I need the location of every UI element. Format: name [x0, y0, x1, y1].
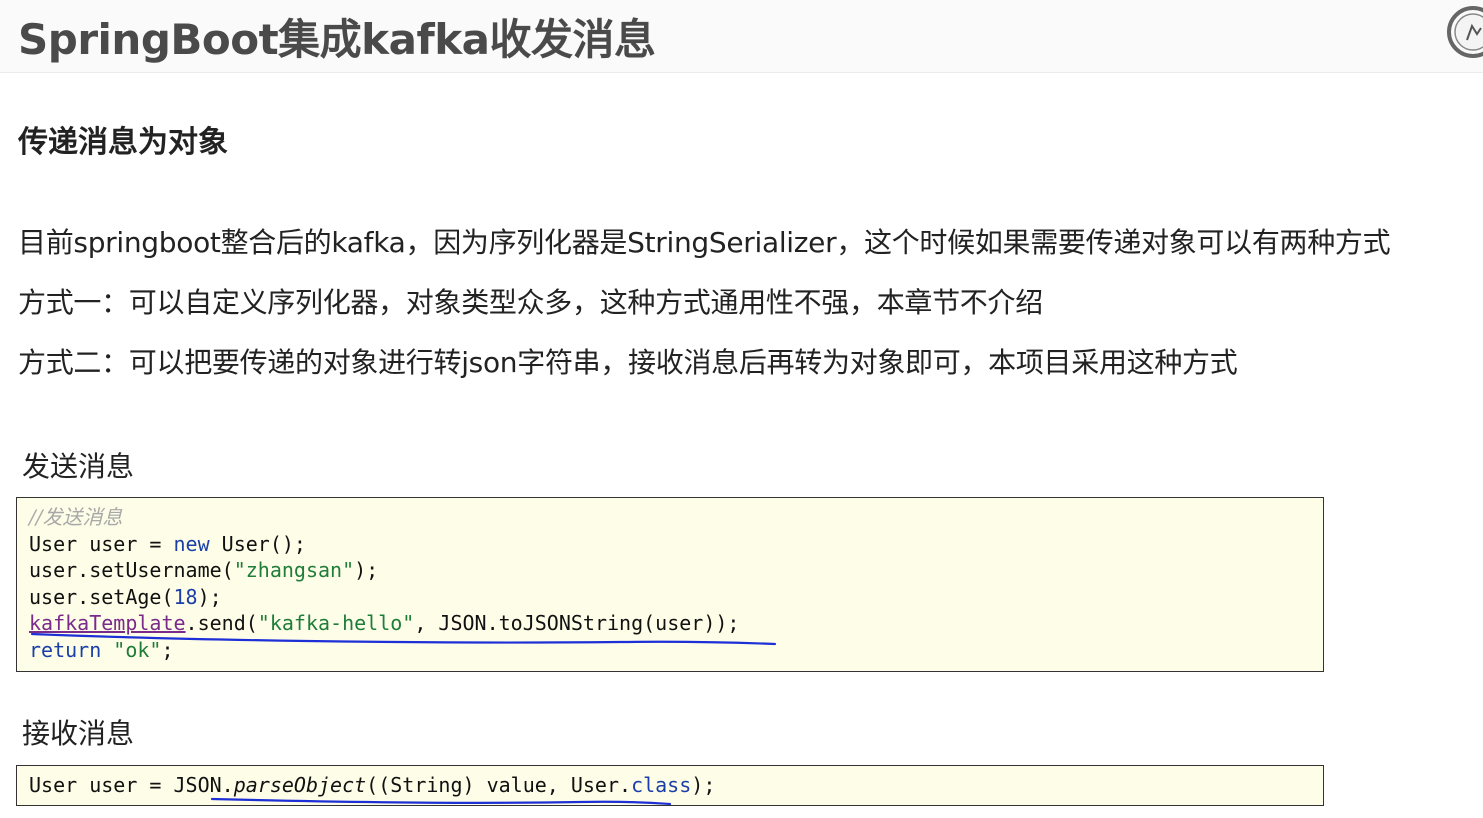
code-text: user.setUsername( [29, 558, 234, 582]
code-text: ((String) value, User. [366, 773, 632, 797]
paragraph-method-two: 方式二：可以把要传递的对象进行转json字符串，接收消息后再转为对象即可，本项目… [18, 346, 1238, 379]
code-line: user.setUsername("zhangsan"); [29, 557, 378, 583]
code-text: ); [354, 558, 379, 582]
code-line: User user = JSON.parseObject((String) va… [29, 772, 715, 798]
code-comment: //发送消息 [29, 505, 123, 529]
section-heading: 传递消息为对象 [18, 125, 228, 160]
paragraph-method-one: 方式一：可以自定义序列化器，对象类型众多，这种方式通用性不强，本章节不介绍 [18, 286, 1043, 319]
code-number: 18 [173, 585, 198, 609]
code-line: kafkaTemplate.send("kafka-hello", JSON.t… [29, 610, 739, 636]
code-text: User user = JSON. [29, 773, 234, 797]
code-keyword: class [631, 773, 692, 797]
code-keyword: new [173, 532, 210, 556]
code-text: ; [161, 638, 174, 662]
receive-heading: 接收消息 [22, 717, 135, 750]
code-string: "zhangsan" [233, 558, 355, 582]
code-method: parseObject [233, 773, 367, 797]
code-text: .send( [185, 611, 258, 635]
paragraph-intro: 目前springboot整合后的kafka，因为序列化器是StringSeria… [18, 226, 1391, 259]
send-code-block: //发送消息 User user = new User(); user.setU… [16, 497, 1324, 672]
code-line: return "ok"; [29, 637, 174, 663]
code-line: user.setAge(18); [29, 584, 222, 610]
logo-icon [1447, 6, 1483, 58]
receive-code-block: User user = JSON.parseObject((String) va… [16, 765, 1324, 806]
code-keyword: return [29, 638, 102, 662]
page-title: SpringBoot集成kafka收发消息 [18, 15, 656, 64]
code-text: , JSON.toJSONString(user)); [414, 611, 740, 635]
send-heading: 发送消息 [22, 450, 135, 483]
code-text: user.setAge( [29, 585, 174, 609]
code-text: User(); [209, 532, 306, 556]
code-line: //发送消息 [29, 504, 122, 530]
code-line: User user = new User(); [29, 531, 306, 557]
code-string: "kafka-hello" [257, 611, 415, 635]
code-text: ); [691, 773, 716, 797]
code-string: "ok" [113, 638, 162, 662]
code-text: ); [197, 585, 222, 609]
code-field: kafkaTemplate [29, 611, 186, 635]
slide: SpringBoot集成kafka收发消息 传递消息为对象 目前springbo… [0, 0, 1483, 818]
code-text: User user = [29, 532, 174, 556]
title-bar: SpringBoot集成kafka收发消息 [0, 0, 1483, 73]
